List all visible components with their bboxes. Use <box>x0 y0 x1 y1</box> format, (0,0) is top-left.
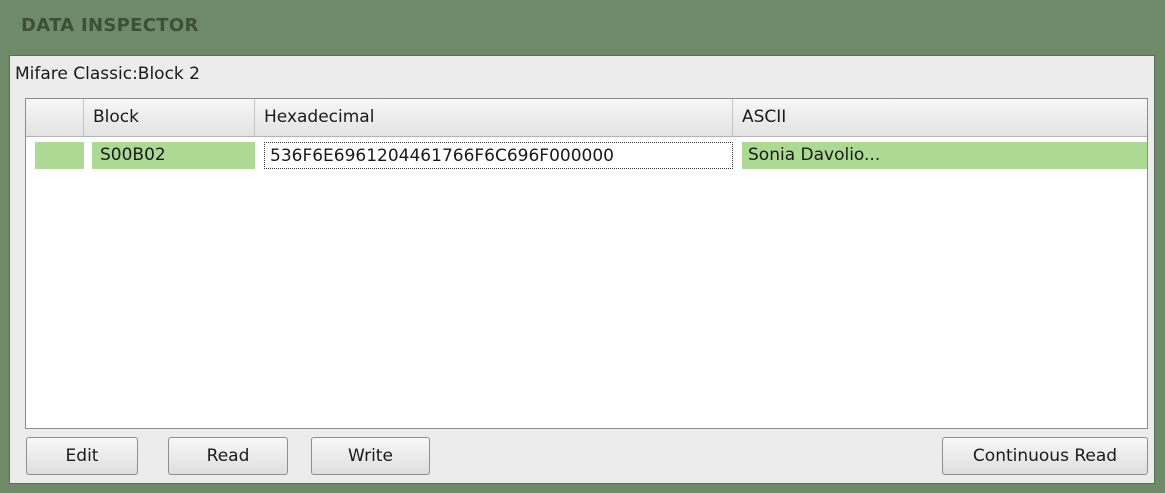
column-header-status[interactable] <box>26 99 84 136</box>
column-header-block[interactable]: Block <box>84 99 255 136</box>
edit-button[interactable]: Edit <box>26 437 138 475</box>
write-button[interactable]: Write <box>311 437 430 475</box>
panel-title: DATA INSPECTOR <box>21 15 199 36</box>
ascii-cell[interactable]: Sonia Davolio... <box>742 142 1147 169</box>
column-header-hexadecimal[interactable]: Hexadecimal <box>255 99 733 136</box>
column-header-ascii[interactable]: ASCII <box>733 99 1147 136</box>
panel-content: Mifare Classic:Block 2 Block Hexadecimal… <box>9 55 1155 484</box>
continuous-read-button[interactable]: Continuous Read <box>942 437 1148 475</box>
block-subtitle: Mifare Classic:Block 2 <box>15 64 200 84</box>
block-table[interactable]: Block Hexadecimal ASCII S00B02 536F6E696… <box>25 98 1148 429</box>
table-header: Block Hexadecimal ASCII <box>26 99 1147 137</box>
hexadecimal-cell[interactable]: 536F6E6961204461766F6C696F000000 <box>264 142 733 169</box>
table-row[interactable]: S00B02 536F6E6961204461766F6C696F000000 … <box>26 137 1147 172</box>
block-cell[interactable]: S00B02 <box>92 142 255 169</box>
data-inspector-panel: DATA INSPECTOR Mifare Classic:Block 2 Bl… <box>0 0 1165 493</box>
read-button[interactable]: Read <box>168 437 288 475</box>
row-status-cell[interactable] <box>35 142 84 169</box>
